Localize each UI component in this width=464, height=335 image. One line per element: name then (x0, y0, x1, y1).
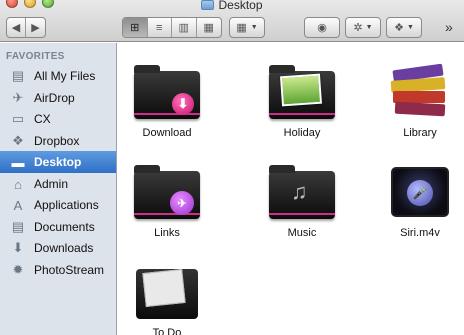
forward-arrow-icon: ▶ (31, 22, 40, 34)
sidebar-item-label: Downloads (34, 241, 94, 255)
sidebar-item-label: Desktop (34, 155, 82, 169)
gear-icon: ✲ (353, 22, 363, 34)
window-title: Desktop (218, 0, 263, 12)
sidebar-item-admin[interactable]: ⌂ Admin (0, 173, 116, 195)
todo-folder-icon (132, 263, 202, 321)
sidebar-item-downloads[interactable]: ⬇ Downloads (0, 237, 116, 259)
all-files-icon: ▤ (11, 68, 25, 83)
dropbox-icon: ❖ (394, 22, 404, 34)
dropbox-icon: ❖ (12, 133, 24, 148)
sidebar: FAVORITES ▤ All My Files ✈ AirDrop ▭ CX … (0, 43, 117, 335)
coverflow-view-button[interactable]: ▦ (197, 18, 221, 37)
sidebar-item-airdrop[interactable]: ✈ AirDrop (0, 87, 116, 109)
holiday-folder-icon (267, 63, 337, 121)
list-view-button[interactable]: ≡ (148, 18, 172, 37)
toolbar: Desktop ◀ ▶ ⊞ ≡ ▥ ▦ ▦ ▼ ◉ ✲ ▼ ❖ ▼ » (0, 0, 464, 42)
file-browser-pane: ⬇ Download Holiday Library ✈ Links ♫ Mus… (117, 43, 464, 335)
arrange-button-face[interactable]: ▦ ▼ (230, 18, 264, 37)
sidebar-item-label: PhotoStream (34, 263, 105, 277)
navigation-buttons: ◀ ▶ (6, 17, 46, 38)
sidebar-item-label: Dropbox (34, 134, 80, 148)
video-file-icon: 🎤 (385, 163, 455, 221)
sidebar-item-label: CX (34, 112, 51, 126)
sidebar-section-header: FAVORITES (6, 51, 65, 62)
folder-icon: ▭ (11, 111, 25, 126)
window-title-bar: Desktop (0, 0, 464, 11)
links-folder-icon: ✈ (132, 163, 202, 221)
icon-view-icon: ⊞ (130, 22, 140, 34)
sidebar-item-label: Applications (34, 198, 99, 212)
coverflow-view-icon: ▦ (203, 22, 214, 34)
library-books-icon (385, 63, 455, 121)
file-item-siri-m4v[interactable]: 🎤 Siri.m4v (375, 163, 464, 239)
file-item-library[interactable]: Library (375, 63, 464, 139)
file-item-holiday[interactable]: Holiday (257, 63, 347, 139)
sidebar-item-label: AirDrop (34, 91, 75, 105)
icon-view-button[interactable]: ⊞ (123, 18, 148, 37)
file-item-links[interactable]: ✈ Links (122, 163, 212, 239)
dropbox-menu-button-face[interactable]: ❖ ▼ (387, 18, 421, 37)
sidebar-item-dropbox[interactable]: ❖ Dropbox (0, 130, 116, 152)
file-item-music[interactable]: ♫ Music (257, 163, 347, 239)
applications-icon: A (13, 197, 23, 213)
eye-icon: ◉ (317, 22, 327, 34)
file-label: Siri.m4v (400, 227, 440, 239)
airdrop-icon: ✈ (12, 90, 24, 105)
chevron-down-icon: ▼ (406, 24, 414, 31)
view-mode-selector: ⊞ ≡ ▥ ▦ (122, 17, 222, 38)
quick-look-button-face[interactable]: ◉ (305, 18, 339, 37)
downloads-icon: ⬇ (12, 240, 24, 255)
file-item-to-do[interactable]: To Do (122, 263, 212, 335)
back-button[interactable]: ◀ (7, 18, 27, 37)
dropbox-menu-button[interactable]: ❖ ▼ (386, 17, 422, 38)
sidebar-item-applications[interactable]: A Applications (0, 194, 116, 216)
forward-button[interactable]: ▶ (26, 18, 45, 37)
sidebar-item-label: Admin (34, 177, 69, 191)
sidebar-item-cx[interactable]: ▭ CX (0, 108, 116, 130)
file-label: Music (287, 227, 317, 239)
sidebar-item-label: All My Files (34, 69, 96, 83)
arrange-icon: ▦ (236, 22, 247, 34)
chevron-down-icon: ▼ (365, 24, 373, 31)
toolbar-overflow-chevron-icon[interactable]: » (445, 19, 453, 35)
music-folder-icon: ♫ (267, 163, 337, 221)
chevron-down-icon: ▼ (250, 24, 258, 31)
file-label: Library (403, 127, 437, 139)
column-view-icon: ▥ (178, 22, 189, 34)
sidebar-item-all-my-files[interactable]: ▤ All My Files (0, 65, 116, 87)
folder-icon (201, 0, 215, 10)
desktop-icon: ▬ (11, 154, 25, 170)
documents-icon: ▤ (11, 219, 25, 234)
back-arrow-icon: ◀ (11, 22, 21, 34)
column-view-button[interactable]: ▥ (172, 18, 197, 37)
file-label: Download (142, 127, 192, 139)
sidebar-item-desktop[interactable]: ▬ Desktop (0, 151, 116, 173)
file-label: Holiday (283, 127, 321, 139)
arrange-button[interactable]: ▦ ▼ (229, 17, 265, 38)
file-item-download[interactable]: ⬇ Download (122, 63, 212, 139)
sidebar-item-photostream[interactable]: ✹ PhotoStream (0, 259, 116, 281)
sidebar-item-label: Documents (34, 220, 95, 234)
home-icon: ⌂ (14, 176, 22, 192)
download-folder-icon: ⬇ (132, 63, 202, 121)
photostream-icon: ✹ (12, 262, 24, 277)
quick-look-button[interactable]: ◉ (304, 17, 340, 38)
file-label: Links (154, 227, 180, 239)
file-label: To Do (152, 327, 182, 335)
finder-window: Desktop ◀ ▶ ⊞ ≡ ▥ ▦ ▦ ▼ ◉ ✲ ▼ ❖ ▼ » FAVORIT… (0, 0, 464, 335)
action-menu-button-face[interactable]: ✲ ▼ (346, 18, 380, 37)
list-view-icon: ≡ (156, 21, 163, 34)
action-menu-button[interactable]: ✲ ▼ (345, 17, 381, 38)
sidebar-item-documents[interactable]: ▤ Documents (0, 216, 116, 238)
